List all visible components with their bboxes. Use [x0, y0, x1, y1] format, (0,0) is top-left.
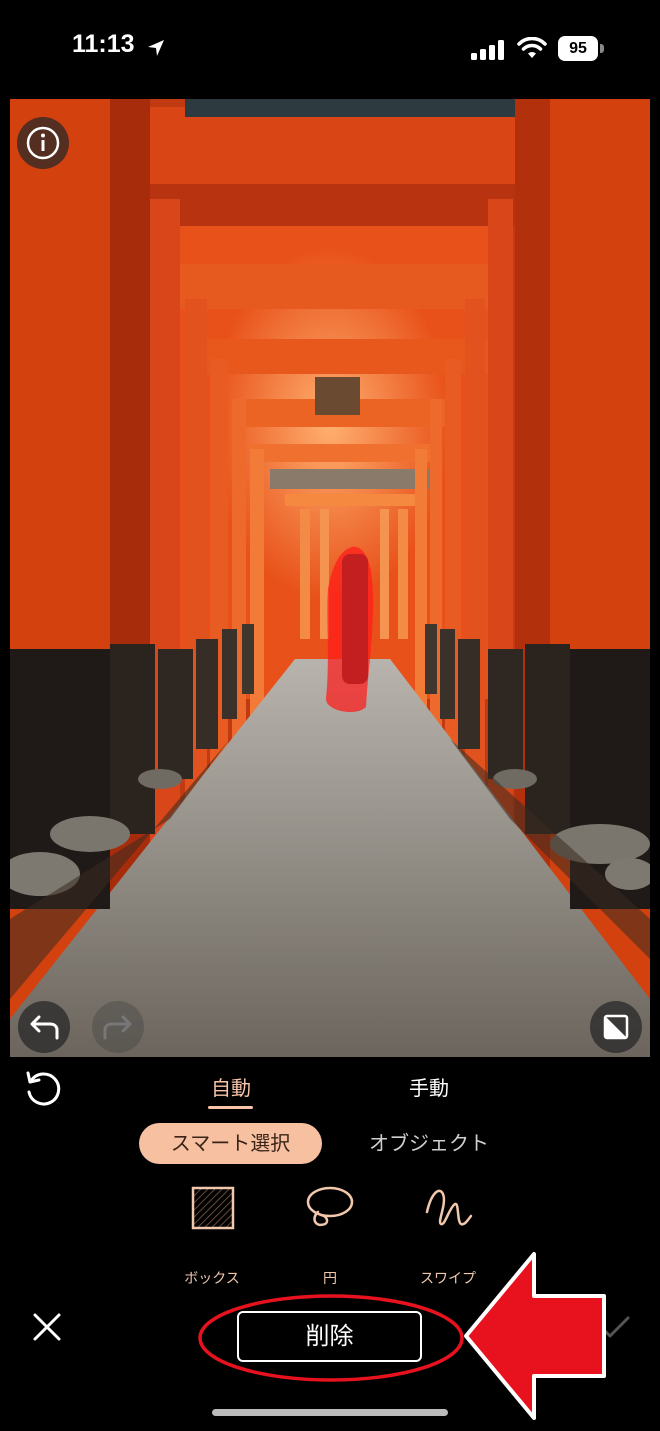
close-icon[interactable]: [30, 1310, 64, 1344]
swipe-squiggle-icon[interactable]: [423, 1182, 475, 1230]
tool-box-label: ボックス: [184, 1271, 240, 1287]
delete-button[interactable]: 削除: [237, 1311, 422, 1362]
reset-icon[interactable]: [22, 1068, 64, 1110]
home-indicator: [212, 1409, 448, 1416]
compare-icon: [603, 1014, 629, 1040]
tab-manual[interactable]: 手動: [395, 1072, 463, 1101]
torii-gate-photo: [10, 99, 650, 1057]
active-tab-underline: [208, 1106, 253, 1109]
compare-button[interactable]: [590, 1001, 642, 1053]
info-icon: [26, 126, 60, 160]
battery-indicator: 95: [558, 36, 598, 61]
annotation-arrow-icon: [464, 1252, 606, 1420]
lasso-circle-icon[interactable]: [303, 1182, 357, 1232]
mode-object[interactable]: オブジェクト: [344, 1123, 514, 1164]
box-hatched-icon[interactable]: [190, 1185, 236, 1231]
cellular-signal-icon: [471, 40, 504, 60]
redo-icon: [103, 1015, 132, 1040]
photo-canvas[interactable]: [10, 99, 650, 1057]
tab-auto[interactable]: 自動: [197, 1072, 265, 1101]
tool-circle-label: 円: [323, 1271, 337, 1287]
battery-cap: [600, 44, 604, 53]
redo-button[interactable]: [92, 1001, 144, 1053]
undo-button[interactable]: [18, 1001, 70, 1053]
info-button[interactable]: [17, 117, 69, 169]
selection-overlay: [326, 546, 374, 713]
wifi-icon: [517, 37, 547, 58]
mode-smart-select[interactable]: スマート選択: [139, 1123, 322, 1164]
status-time: 11:13: [72, 30, 135, 58]
location-arrow-icon: [148, 40, 164, 56]
undo-icon: [30, 1015, 59, 1040]
